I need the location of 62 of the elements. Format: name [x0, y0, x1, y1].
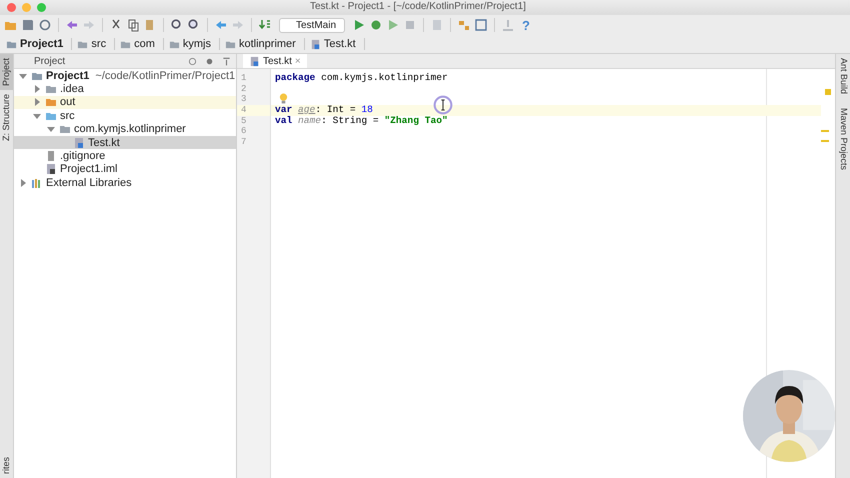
breadcrumb-item[interactable]: Test.kt [306, 38, 365, 50]
warning-marker-icon [821, 130, 829, 132]
undo-icon[interactable] [65, 18, 79, 32]
run-icon[interactable] [352, 18, 366, 32]
tree-item[interactable]: Project1 ~/code/KotlinPrimer/Project1 [14, 69, 236, 82]
code-line: val name: String = "Zhang Tao" [275, 114, 448, 126]
line-number: 6 [240, 126, 248, 138]
mouse-cursor-icon [433, 95, 453, 115]
zoom-button[interactable] [37, 3, 46, 12]
line-number: 1 [240, 73, 248, 84]
line-number: 5 [240, 116, 248, 126]
warning-marker-icon [821, 140, 829, 142]
file-icon [45, 163, 57, 176]
expander-icon[interactable] [46, 125, 56, 134]
save-icon[interactable] [21, 18, 35, 32]
panel-title[interactable]: Project [18, 56, 66, 66]
build-icon[interactable] [258, 18, 272, 32]
coverage-icon[interactable] [386, 18, 400, 32]
tree-item[interactable]: Test.kt [14, 136, 236, 150]
close-button[interactable] [7, 3, 16, 12]
file-icon [45, 150, 57, 162]
back-icon[interactable] [214, 18, 228, 32]
expander-icon[interactable] [32, 85, 42, 94]
file-icon [310, 38, 321, 50]
tool-window-tab[interactable]: Project [0, 54, 13, 90]
tree-item[interactable]: .gitignore [14, 149, 236, 163]
tree-item[interactable]: External Libraries [14, 176, 236, 190]
tool-window-tab[interactable]: Z: Structure [0, 90, 13, 146]
target-icon[interactable] [187, 56, 198, 66]
window-title: Test.kt - Project1 - [~/code/KotlinPrimer/Project1] [310, 1, 526, 12]
file-icon [249, 56, 260, 66]
breadcrumb-item[interactable]: src [74, 38, 116, 50]
tool-window-tab[interactable]: Maven Projects [836, 108, 850, 170]
tree-item[interactable]: Project1.iml [14, 162, 236, 176]
line-number: 7 [240, 137, 248, 148]
breadcrumb-item[interactable]: Project1 [3, 38, 72, 50]
tool-window-tab[interactable]: Ant Build [836, 58, 850, 94]
tree-item[interactable]: com.kymjs.kotlinprimer [14, 122, 236, 136]
file-icon [73, 136, 85, 149]
line-number: 2 [240, 84, 248, 94]
expander-icon[interactable] [18, 178, 28, 187]
library-icon [31, 176, 43, 189]
status-marker-icon [825, 89, 831, 95]
run-configuration-dropdown[interactable]: TestMain [279, 18, 346, 32]
expander-icon[interactable] [18, 72, 28, 80]
breadcrumb-item[interactable]: kotlinprimer [222, 38, 305, 50]
breadcrumb-item[interactable]: kymjs [166, 38, 220, 50]
tree-item[interactable]: out [14, 96, 236, 110]
code-line: package com.kymjs.kotlinprimer [275, 72, 448, 83]
editor-tab[interactable]: Test.kt × [243, 54, 307, 68]
lightbulb-icon[interactable] [279, 93, 288, 104]
line-number: 3 [240, 94, 248, 106]
tool-window-tab[interactable]: rites [0, 452, 13, 478]
tree-item[interactable]: .idea [14, 82, 236, 96]
tree-item[interactable]: src [14, 109, 236, 123]
copy-icon[interactable] [126, 18, 140, 32]
code-line: var age: Int = 18 [275, 104, 373, 116]
debug-icon[interactable] [369, 18, 384, 32]
breadcrumb-item[interactable]: com [117, 38, 164, 50]
expander-icon[interactable] [32, 112, 42, 120]
line-number: 4 [237, 105, 270, 116]
expander-icon[interactable] [32, 98, 42, 106]
